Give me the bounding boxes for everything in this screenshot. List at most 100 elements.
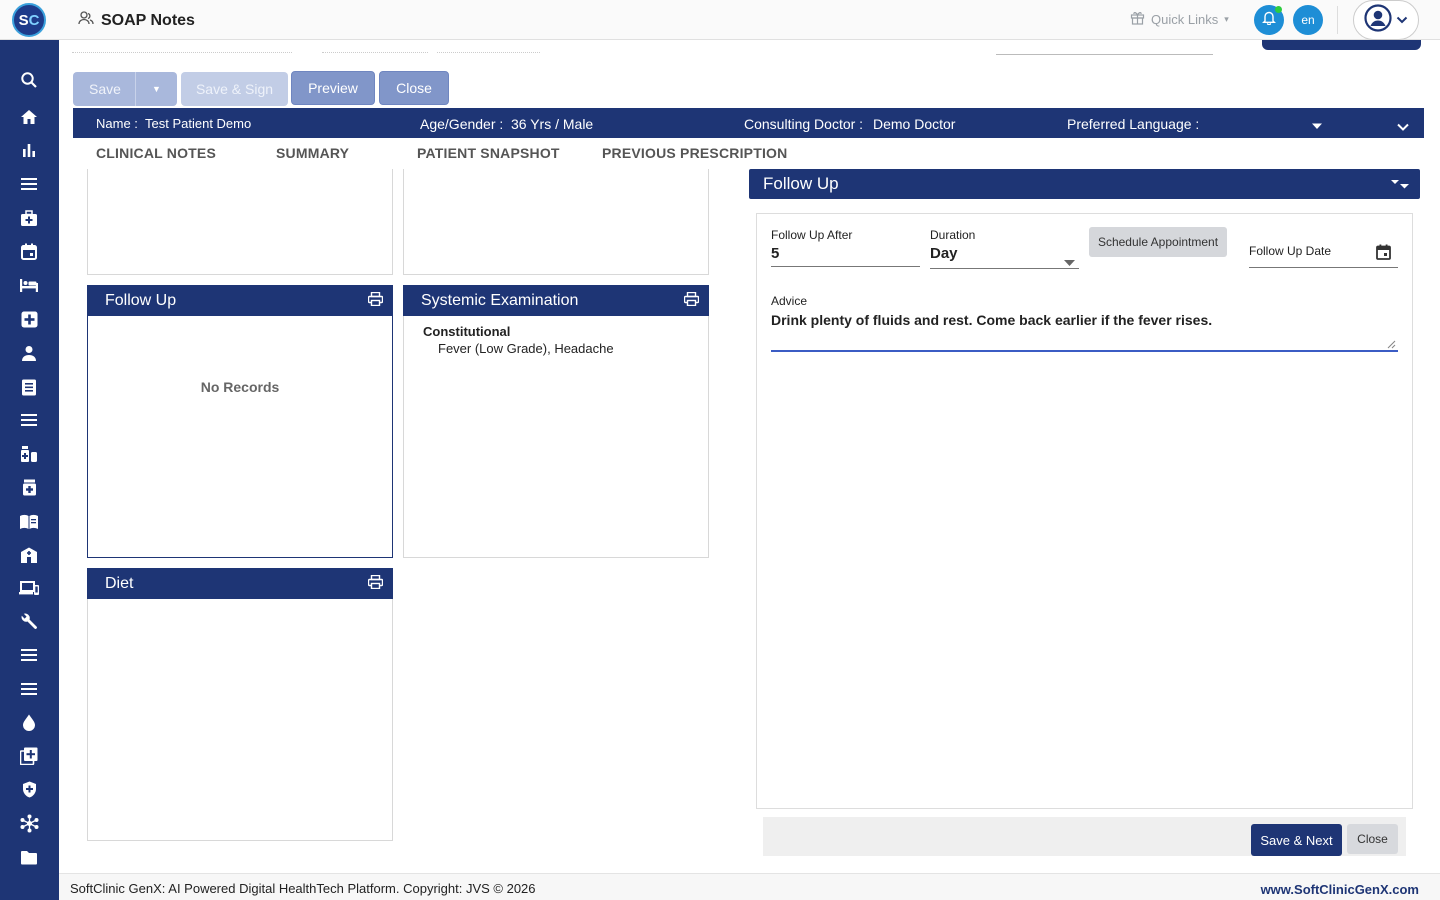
blood-drop-icon[interactable] (18, 711, 40, 733)
scrolled-field-line (322, 52, 428, 53)
sidebar-nav (0, 40, 59, 900)
systemic-examination-card[interactable]: Systemic Examination Constitutional Feve… (403, 285, 709, 558)
list-icon[interactable] (18, 409, 40, 431)
hospital-icon[interactable] (18, 544, 40, 566)
exam-findings: Fever (Low Grade), Headache (438, 341, 614, 356)
list-icon[interactable] (18, 678, 40, 700)
menu-icon[interactable] (18, 173, 40, 195)
list-icon[interactable] (18, 644, 40, 666)
language-dropdown[interactable] (1311, 117, 1323, 133)
scrolled-button-edge (1262, 40, 1421, 50)
summary-card-partial (403, 169, 709, 275)
gift-icon (1130, 10, 1145, 28)
book-icon[interactable] (18, 510, 40, 532)
printer-icon[interactable] (367, 574, 384, 594)
collapse-caret-icon[interactable] (1390, 176, 1410, 196)
wrench-icon[interactable] (18, 611, 40, 633)
quick-links-label: Quick Links (1151, 11, 1219, 27)
close-button[interactable]: Close (379, 71, 449, 105)
language-button[interactable]: en (1293, 5, 1323, 35)
follow-up-after-input[interactable]: 5 (771, 245, 779, 262)
copyright-text: SoftClinic GenX: AI Powered Digital Heal… (70, 881, 536, 896)
search-icon[interactable] (18, 69, 40, 91)
app-footer: SoftClinic GenX: AI Powered Digital Heal… (59, 873, 1440, 900)
follow-up-card-header: Follow Up (87, 285, 393, 316)
follow-up-date-field[interactable]: Follow Up Date (1249, 244, 1331, 258)
save-options-dropdown[interactable]: ▼ (135, 72, 177, 106)
diet-card-title: Diet (105, 574, 134, 592)
top-bar: SC SOAP Notes Quick Links ▾ en (0, 0, 1440, 40)
expand-chevron-icon[interactable] (1397, 118, 1409, 134)
add-box-icon[interactable] (18, 745, 40, 767)
devices-icon[interactable] (18, 577, 40, 599)
age-gender-label: Age/Gender : (420, 116, 504, 132)
summary-card-partial (87, 169, 393, 275)
medical-bag-icon[interactable] (18, 207, 40, 229)
close-panel-button[interactable]: Close (1347, 824, 1398, 854)
advice-label: Advice (771, 294, 808, 308)
scrolled-field-line (72, 52, 292, 53)
preferred-language-label: Preferred Language : (1067, 116, 1200, 132)
bed-icon[interactable] (18, 274, 40, 296)
medical-plus-icon[interactable] (18, 308, 40, 330)
page-title-group: SOAP Notes (78, 11, 195, 30)
bar-chart-icon[interactable] (18, 139, 40, 161)
caret-down-icon: ▾ (1224, 13, 1229, 24)
follow-up-card[interactable]: Follow Up No Records (87, 285, 393, 558)
notifications-button[interactable] (1254, 5, 1284, 35)
tab-clinical-notes[interactable]: CLINICAL NOTES (96, 145, 216, 161)
quick-links-menu[interactable]: Quick Links ▾ (1130, 10, 1229, 28)
follow-up-panel-header[interactable]: Follow Up (749, 169, 1420, 199)
printer-icon[interactable] (367, 291, 384, 311)
follow-up-form (756, 213, 1413, 809)
document-icon[interactable] (18, 376, 40, 398)
schedule-appointment-button[interactable]: Schedule Appointment (1089, 227, 1227, 257)
follow-up-panel-title: Follow Up (763, 174, 839, 193)
save-and-sign-button[interactable]: Save & Sign (181, 72, 288, 106)
patient-name-value: Test Patient Demo (145, 116, 252, 131)
save-and-next-button[interactable]: Save & Next (1251, 824, 1342, 856)
page-title: SOAP Notes (101, 11, 195, 29)
advice-textarea[interactable]: Drink plenty of fluids and rest. Come ba… (771, 312, 1212, 328)
no-records-text: No Records (200, 379, 280, 395)
notification-dot (1275, 6, 1282, 13)
printer-icon[interactable] (683, 291, 700, 311)
scrolled-field-line (437, 52, 540, 53)
calendar-icon[interactable] (1376, 244, 1391, 265)
patient-name-label: Name : (96, 116, 138, 131)
patients-icon (78, 11, 94, 30)
systemic-examination-header: Systemic Examination (403, 285, 709, 316)
tab-summary[interactable]: SUMMARY (276, 145, 349, 161)
pharmacy-icon[interactable] (18, 443, 40, 465)
logo-letter-c: C (28, 11, 40, 29)
caret-down-icon: ▼ (152, 84, 161, 94)
diet-card[interactable]: Diet (87, 568, 393, 841)
medicine-box-icon[interactable] (18, 476, 40, 498)
exam-section-heading: Constitutional (423, 324, 511, 339)
home-icon[interactable] (18, 106, 40, 128)
website-link[interactable]: www.SoftClinicGenX.com (1261, 882, 1419, 897)
consulting-doctor-value: Demo Doctor (873, 116, 956, 132)
follow-up-card-title: Follow Up (105, 291, 177, 309)
person-icon[interactable] (18, 342, 40, 364)
scrolled-dropdown-line (996, 54, 1213, 55)
consulting-doctor-label: Consulting Doctor : (744, 116, 864, 132)
chevron-down-icon (1396, 11, 1408, 29)
follow-up-date-underline (1249, 267, 1398, 268)
folder-icon[interactable] (18, 846, 40, 868)
save-button-label: Save (89, 81, 121, 97)
preview-button[interactable]: Preview (291, 71, 375, 105)
user-menu-button[interactable] (1353, 0, 1419, 40)
calendar-icon[interactable] (18, 240, 40, 262)
age-gender-value: 36 Yrs / Male (511, 116, 594, 132)
save-button[interactable]: Save ▼ (73, 72, 177, 106)
duration-label: Duration (930, 228, 976, 242)
follow-up-after-underline (771, 266, 920, 267)
hub-icon[interactable] (18, 812, 40, 834)
tab-patient-snapshot[interactable]: PATIENT SNAPSHOT (417, 145, 560, 161)
tab-previous-prescription[interactable]: PREVIOUS PRESCRIPTION (602, 145, 787, 161)
avatar-icon (1364, 3, 1392, 37)
shield-icon[interactable] (18, 778, 40, 800)
app-logo[interactable]: SC (12, 3, 46, 37)
duration-select[interactable]: Day (930, 245, 958, 262)
